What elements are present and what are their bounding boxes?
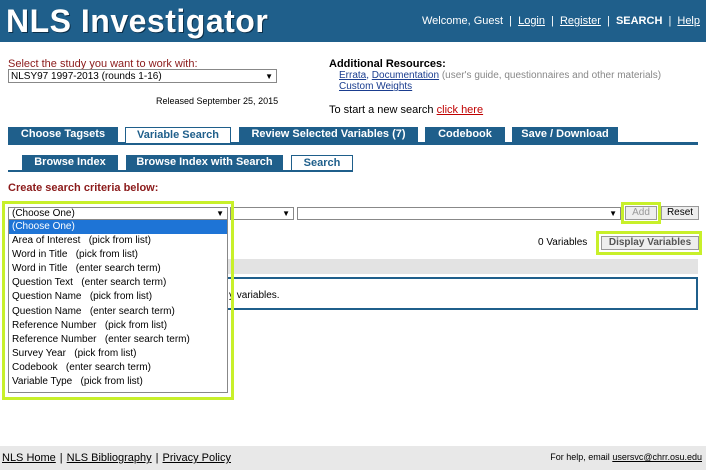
footer-help: For help, email usersvc@chrr.osu.edu bbox=[550, 452, 702, 462]
errata-link[interactable]: Errata bbox=[339, 70, 366, 81]
help-link[interactable]: Help bbox=[677, 15, 700, 27]
documentation-note: (user's guide, questionnaires and other … bbox=[441, 70, 662, 81]
custom-weights-link[interactable]: Custom Weights bbox=[339, 81, 412, 92]
dropdown-option[interactable]: Question Name (pick from list) bbox=[9, 290, 227, 304]
subtab-browse-index[interactable]: Browse Index bbox=[22, 155, 118, 170]
study-select-value: NLSY97 1997-2013 (rounds 1-16) bbox=[11, 71, 162, 82]
help-email-link[interactable]: usersvc@chrr.osu.edu bbox=[612, 452, 702, 462]
reset-button[interactable]: Reset bbox=[661, 206, 699, 220]
dropdown-option[interactable]: Reference Number (pick from list) bbox=[9, 319, 227, 333]
resources-title: Additional Resources: bbox=[329, 58, 446, 70]
new-search-row: To start a new search click here bbox=[329, 104, 483, 116]
main-tab-bar: Choose Tagsets Variable Search Review Se… bbox=[8, 127, 698, 145]
dropdown-option[interactable]: Word in Title (enter search term) bbox=[9, 262, 227, 276]
site-logo[interactable]: NLS Investigator bbox=[6, 0, 268, 42]
dropdown-option[interactable]: Area of Interest (pick from list) bbox=[9, 234, 227, 248]
tab-review-selected[interactable]: Review Selected Variables (7) bbox=[239, 127, 418, 142]
results-message: y variables. bbox=[229, 290, 280, 301]
criteria-value-select[interactable]: ▼ bbox=[297, 207, 621, 220]
dropdown-option[interactable]: Survey Year (pick from list) bbox=[9, 347, 227, 361]
tab-save-download[interactable]: Save / Download bbox=[512, 127, 618, 142]
chevron-down-icon: ▼ bbox=[282, 209, 290, 218]
subtab-search[interactable]: Search bbox=[291, 155, 353, 170]
nls-home-link[interactable]: NLS Home bbox=[2, 452, 56, 464]
display-variables-button[interactable]: Display Variables bbox=[601, 236, 699, 250]
welcome-text: Welcome, Guest bbox=[421, 15, 504, 27]
top-nav: Welcome, Guest | Login | Register | SEAR… bbox=[421, 15, 700, 27]
criteria-operator-select[interactable]: ▼ bbox=[230, 207, 294, 220]
dropdown-option[interactable]: Variable Type (pick from list) bbox=[9, 375, 227, 389]
chevron-down-icon: ▼ bbox=[609, 209, 617, 218]
dropdown-option[interactable]: Codebook (enter search term) bbox=[9, 361, 227, 375]
tab-choose-tagsets[interactable]: Choose Tagsets bbox=[8, 127, 118, 142]
nls-bibliography-link[interactable]: NLS Bibliography bbox=[67, 452, 152, 464]
register-link[interactable]: Register bbox=[560, 15, 601, 27]
dropdown-option[interactable]: (Choose One) bbox=[9, 220, 227, 235]
tab-codebook[interactable]: Codebook bbox=[425, 127, 505, 142]
privacy-policy-link[interactable]: Privacy Policy bbox=[163, 452, 231, 464]
footer-links: NLS Home | NLS Bibliography | Privacy Policy bbox=[2, 452, 231, 464]
criteria-label: Create search criteria below: bbox=[8, 182, 159, 194]
dropdown-option[interactable]: Reference Number (enter search term) bbox=[9, 333, 227, 347]
login-link[interactable]: Login bbox=[518, 15, 545, 27]
dropdown-option[interactable]: Question Text (enter search term) bbox=[9, 276, 227, 290]
dropdown-option[interactable]: Question Name (enter search term) bbox=[9, 305, 227, 319]
add-button[interactable]: Add bbox=[625, 206, 657, 220]
variable-count: 0 Variables bbox=[538, 237, 588, 248]
new-search-link[interactable]: click here bbox=[437, 104, 483, 116]
release-date: Released September 25, 2015 bbox=[156, 96, 279, 106]
search-link[interactable]: SEARCH bbox=[616, 15, 662, 27]
help-text: For help, email bbox=[550, 452, 610, 462]
chevron-down-icon: ▼ bbox=[265, 72, 273, 81]
new-search-text: To start a new search bbox=[329, 104, 434, 116]
custom-weights-row: Custom Weights bbox=[339, 81, 412, 92]
resources-links: Errata, Documentation (user's guide, que… bbox=[339, 70, 662, 81]
criteria-type-value: (Choose One) bbox=[12, 208, 75, 219]
documentation-link[interactable]: Documentation bbox=[372, 70, 439, 81]
criteria-type-dropdown: (Choose One) Area of Interest (pick from… bbox=[8, 219, 228, 393]
tab-variable-search[interactable]: Variable Search bbox=[125, 127, 231, 143]
study-select[interactable]: NLSY97 1997-2013 (rounds 1-16) ▼ bbox=[8, 69, 277, 83]
dropdown-option[interactable]: Word in Title (pick from list) bbox=[9, 248, 227, 262]
subtab-browse-index-search[interactable]: Browse Index with Search bbox=[126, 155, 283, 170]
subtab-underline bbox=[8, 170, 353, 172]
